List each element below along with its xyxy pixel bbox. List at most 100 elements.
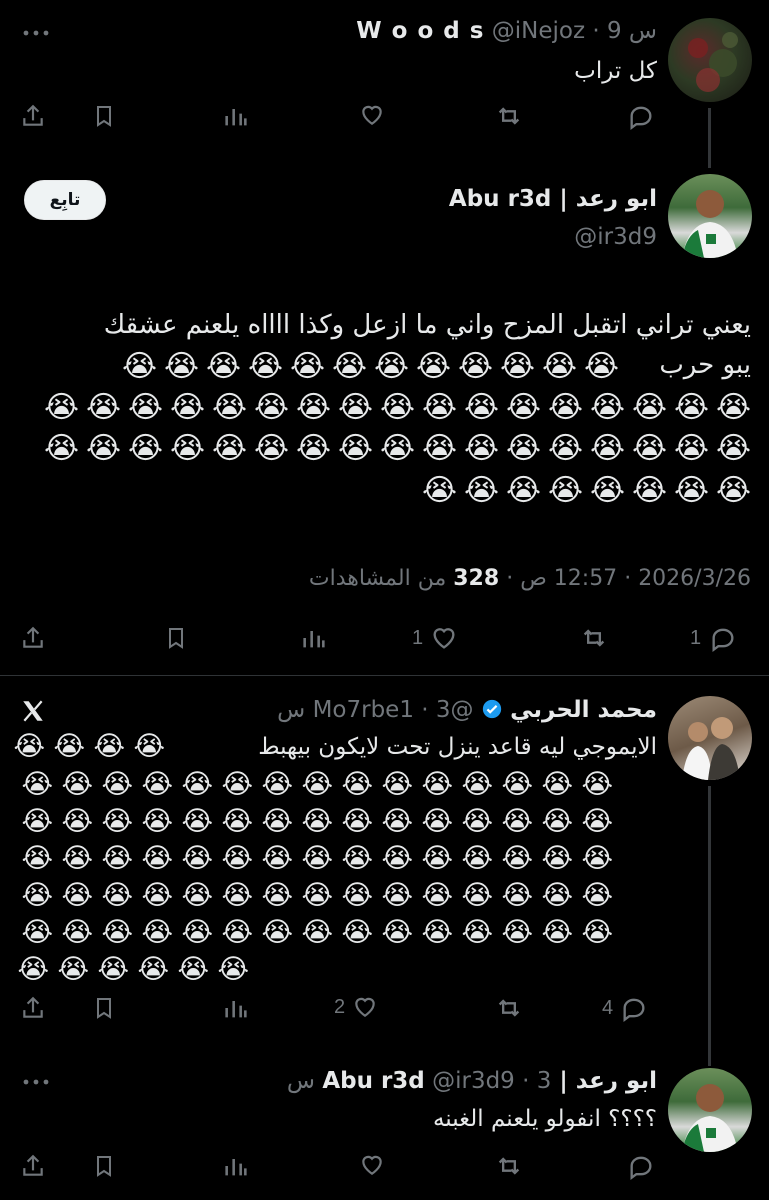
crying-emoji: 😭 xyxy=(163,349,199,384)
views-label: من المشاهدات xyxy=(308,566,447,591)
crying-emoji: 😭 xyxy=(421,917,453,948)
more-dots-icon xyxy=(23,1079,49,1085)
retweet-button[interactable] xyxy=(494,1152,524,1180)
crying-emoji: 😭 xyxy=(381,806,413,837)
views-button[interactable] xyxy=(222,102,250,130)
crying-emoji: 😭 xyxy=(337,390,373,425)
more-options-button[interactable] xyxy=(22,1074,50,1094)
crying-emoji: 😭 xyxy=(261,769,293,800)
author-name[interactable]: W o o d s xyxy=(356,18,484,44)
like-button[interactable] xyxy=(358,102,386,128)
crying-emoji: 😭 xyxy=(301,917,333,948)
retweet-icon xyxy=(498,1157,520,1175)
crying-emoji: 😭 xyxy=(21,806,53,837)
share-button[interactable] xyxy=(20,994,46,1022)
reply-icon xyxy=(712,628,734,652)
crying-emoji: 😭 xyxy=(101,917,133,948)
crying-emoji: 😭 xyxy=(461,917,493,948)
avatar-woods[interactable] xyxy=(668,18,752,102)
like-button[interactable]: 2 xyxy=(334,994,379,1020)
share-button[interactable] xyxy=(20,624,46,652)
crying-emoji: 😭 xyxy=(289,349,325,384)
share-icon xyxy=(23,1154,43,1176)
crying-emoji: 😭 xyxy=(421,431,457,466)
bookmark-button[interactable] xyxy=(92,1152,116,1180)
tweet-header: محمد الحربي @Mo7rbe1 · 3 س xyxy=(277,697,657,723)
reply-button[interactable] xyxy=(626,102,656,130)
like-button[interactable] xyxy=(358,1152,386,1178)
bookmark-icon xyxy=(97,998,111,1019)
reply-icon xyxy=(630,106,652,130)
reply-count: 4 xyxy=(602,996,614,1019)
retweet-button[interactable] xyxy=(494,102,524,130)
crying-emoji: 😭 xyxy=(583,349,619,384)
avatar-abu-r3d-image xyxy=(682,1084,738,1152)
crying-emoji: 😭 xyxy=(141,806,173,837)
views-button[interactable] xyxy=(222,994,250,1022)
crying-emoji: 😭 xyxy=(253,390,289,425)
bookmark-button[interactable] xyxy=(92,994,116,1022)
separator-dot: · xyxy=(522,1068,530,1094)
crying-emoji: 😭 xyxy=(301,843,333,874)
avatar-mohammed[interactable] xyxy=(668,696,752,780)
crying-emoji: 😭 xyxy=(261,917,293,948)
share-button[interactable] xyxy=(20,102,46,130)
separator-dot: · xyxy=(624,566,632,591)
crying-emoji: 😭 xyxy=(463,390,499,425)
crying-emoji: 😭 xyxy=(221,806,253,837)
x-logo-button[interactable] xyxy=(20,698,46,728)
reply-button[interactable] xyxy=(626,1152,656,1180)
crying-emoji: 😭 xyxy=(461,769,493,800)
avatar-abu-r3d[interactable] xyxy=(668,1068,752,1152)
crying-emoji: 😭 xyxy=(505,431,541,466)
follow-button[interactable]: تابِع xyxy=(24,180,106,220)
crying-emoji: 😭 xyxy=(581,806,613,837)
tweet-text: الايموجي ليه قاعد ينزل تحت لايكون بيهبط xyxy=(258,734,657,760)
crying-emoji: 😭 xyxy=(379,390,415,425)
views-icon xyxy=(303,631,325,648)
share-button[interactable] xyxy=(20,1152,46,1180)
crying-emoji: 😭 xyxy=(21,880,53,911)
crying-emoji: 😭 xyxy=(221,769,253,800)
retweet-icon xyxy=(583,629,605,647)
reply-button[interactable]: 1 xyxy=(690,624,739,652)
crying-emoji: 😭 xyxy=(463,473,499,508)
retweet-button[interactable] xyxy=(578,624,610,652)
author-handle[interactable]: @ir3d9 xyxy=(574,224,657,250)
crying-emoji: 😭 xyxy=(547,390,583,425)
separator-dot: · xyxy=(506,566,514,591)
crying-emoji: 😭 xyxy=(101,843,133,874)
retweet-icon xyxy=(498,107,520,125)
author-handle[interactable]: @iNejoz xyxy=(492,18,585,44)
crying-emoji: 😭 xyxy=(381,880,413,911)
crying-emoji: 😭 xyxy=(13,731,45,762)
crying-emoji: 😭 xyxy=(61,769,93,800)
crying-emoji: 😭 xyxy=(541,880,573,911)
author-handle[interactable]: @ir3d9 xyxy=(432,1068,515,1094)
crying-emoji: 😭 xyxy=(501,806,533,837)
like-button[interactable]: 1 xyxy=(412,624,459,652)
crying-emoji: 😭 xyxy=(295,431,331,466)
crying-emoji: 😭 xyxy=(181,806,213,837)
bookmark-button[interactable] xyxy=(164,624,188,652)
crying-emoji: 😭 xyxy=(301,769,333,800)
views-button[interactable] xyxy=(222,1152,250,1180)
author-name[interactable]: ابو رعد | Abu r3d xyxy=(449,186,657,212)
tweet-time[interactable]: 9 س xyxy=(607,18,657,44)
bookmark-button[interactable] xyxy=(92,102,116,130)
crying-emoji: 😭 xyxy=(421,390,457,425)
author-name[interactable]: محمد الحربي xyxy=(510,697,657,723)
views-icon xyxy=(225,1001,247,1018)
crying-emoji: 😭 xyxy=(421,473,457,508)
reply-button[interactable]: 4 xyxy=(602,994,649,1022)
more-options-button[interactable] xyxy=(22,22,50,47)
bookmark-icon xyxy=(169,628,183,649)
views-icon xyxy=(225,1159,247,1176)
crying-emoji: 😭 xyxy=(301,880,333,911)
crying-emoji: 😭 xyxy=(141,769,173,800)
avatar-abu-r3d[interactable] xyxy=(668,174,752,258)
views-button[interactable] xyxy=(300,624,328,652)
retweet-button[interactable] xyxy=(494,994,524,1022)
share-icon xyxy=(23,996,43,1018)
crying-emoji: 😭 xyxy=(221,917,253,948)
